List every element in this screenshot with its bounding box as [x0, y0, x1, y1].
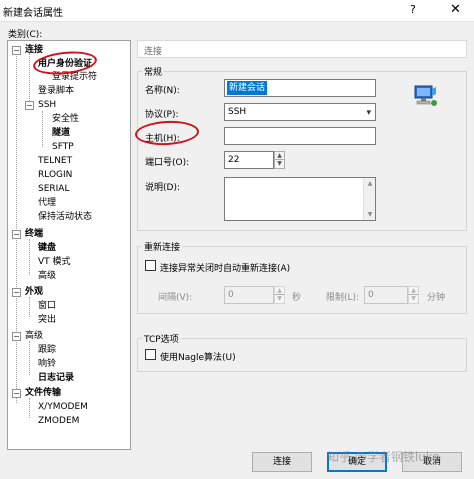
scroll-down-icon[interactable]: ▼ [364, 211, 376, 218]
connect-button[interactable]: 连接 [252, 452, 312, 472]
tree-line [16, 53, 17, 403]
name-input[interactable]: 新建会话 [224, 79, 376, 97]
panel-header: 连接 [137, 40, 467, 58]
collapse-icon[interactable]: − [25, 101, 34, 110]
limit-unit: 分钟 [427, 293, 446, 303]
category-label: 类别(C): [8, 30, 43, 40]
port-spinner[interactable]: ▲ ▼ [274, 151, 285, 169]
name-label: 名称(N): [145, 86, 180, 96]
tree-item-label: 隧道 [52, 128, 71, 138]
title-bar: 新建会话属性 ? ✕ [0, 0, 474, 22]
description-label: 说明(D): [145, 183, 180, 193]
tree-item-label: 高级 [25, 331, 44, 341]
close-button[interactable]: ✕ [450, 2, 461, 17]
protocol-select[interactable]: SSH ▾ [224, 103, 376, 121]
tree-item-label: 保持活动状态 [38, 212, 93, 222]
auto-reconnect-checkbox[interactable] [145, 260, 156, 271]
limit-label: 限制(L): [326, 293, 360, 303]
tree-item-label: 连接 [25, 45, 44, 55]
tree-item-label: SERIAL [38, 184, 70, 194]
interval-input-value: 0 [228, 290, 234, 300]
tree-item-label: 安全性 [52, 114, 80, 124]
tree-item-label: 窗口 [38, 301, 57, 311]
nagle-checkbox[interactable] [145, 349, 156, 360]
tree-item-label: X/YMODEM [38, 402, 88, 412]
spin-down-icon[interactable]: ▼ [275, 295, 284, 303]
watermark: 知乎 @学者钢铁luke [327, 450, 440, 464]
collapse-icon[interactable]: − [12, 389, 21, 398]
tree-item-label: ZMODEM [38, 416, 80, 426]
auto-reconnect-label: 连接异常关闭时自动重新连接(A) [160, 264, 291, 274]
tree-line [42, 111, 43, 147]
description-textarea[interactable]: ▲ ▼ [224, 177, 376, 221]
name-input-value: 新建会话 [227, 81, 268, 95]
host-input[interactable] [224, 127, 376, 145]
port-input-value: 22 [228, 155, 240, 165]
limit-input-value: 0 [368, 290, 374, 300]
tree-item-label: 日志记录 [38, 373, 75, 383]
port-input[interactable]: 22 [224, 151, 274, 169]
protocol-label: 协议(P): [145, 110, 179, 120]
general-group-title: 常规 [142, 65, 165, 78]
collapse-icon[interactable]: − [12, 332, 21, 341]
tree-item-label: TELNET [38, 156, 73, 166]
description-scrollbar[interactable]: ▲ ▼ [363, 178, 375, 220]
tree-line [29, 53, 30, 107]
tcp-group-title: TCP选项 [142, 332, 181, 345]
tree-item-label: 文件传输 [25, 388, 62, 398]
collapse-icon[interactable]: − [12, 288, 21, 297]
scroll-up-icon[interactable]: ▲ [364, 180, 376, 187]
tree-item-label: 登录脚本 [38, 86, 75, 96]
spin-down-icon[interactable]: ▼ [275, 160, 284, 168]
tree-item-label: 响铃 [38, 359, 57, 369]
tree-item-label: 跟踪 [38, 345, 57, 355]
interval-input[interactable]: 0 [224, 286, 274, 304]
tree-line [29, 398, 30, 418]
port-label: 端口号(O): [145, 158, 190, 168]
tree-line [29, 239, 30, 275]
window-title: 新建会话属性 [3, 8, 63, 19]
tree-item-label: SSH [38, 100, 57, 110]
tree-line [29, 297, 30, 317]
tree-item-label: 代理 [38, 198, 57, 208]
panel-header-text: 连接 [144, 47, 163, 57]
interval-label: 间隔(V): [158, 293, 193, 303]
chevron-down-icon: ▾ [366, 108, 371, 118]
help-button[interactable]: ? [410, 3, 416, 16]
tree-item-label: VT 模式 [38, 257, 71, 267]
tree-item-label: RLOGIN [38, 170, 73, 180]
tree-item-label: 键盘 [38, 243, 57, 253]
limit-spinner[interactable]: ▲ ▼ [408, 286, 419, 304]
tree-item-label: SFTP [52, 142, 74, 152]
tree-item-label: 终端 [25, 229, 44, 239]
spin-up-icon[interactable]: ▲ [275, 152, 284, 160]
protocol-select-value: SSH [228, 107, 247, 117]
spin-up-icon[interactable]: ▲ [275, 287, 284, 295]
tree-line [29, 341, 30, 375]
tree-item-label: 外观 [25, 287, 44, 297]
limit-input[interactable]: 0 [364, 286, 408, 304]
tree-item-label: 高级 [38, 271, 57, 281]
interval-unit: 秒 [292, 293, 302, 303]
collapse-icon[interactable]: − [12, 46, 21, 55]
category-tree[interactable]: − 连接 用户身份验证 登录提示符 登录脚本 − SSH 安全性 隧道 SFTP… [7, 40, 131, 450]
spin-down-icon[interactable]: ▼ [409, 295, 418, 303]
tree-item-label: 突出 [38, 315, 57, 325]
interval-spinner[interactable]: ▲ ▼ [274, 286, 285, 304]
nagle-label: 使用Nagle算法(U) [160, 353, 236, 363]
reconnect-group-title: 重新连接 [142, 240, 183, 253]
spin-up-icon[interactable]: ▲ [409, 287, 418, 295]
network-computer-icon [412, 83, 438, 109]
collapse-icon[interactable]: − [12, 230, 21, 239]
